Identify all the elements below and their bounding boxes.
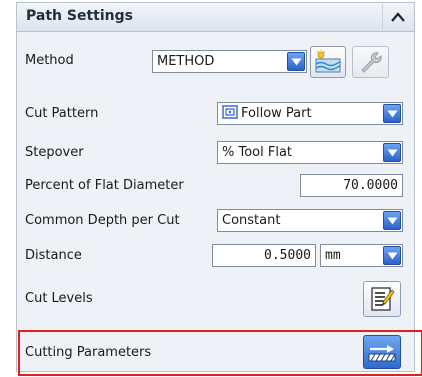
chevron-down-icon xyxy=(291,58,301,65)
common-depth-value: Constant xyxy=(222,213,281,228)
path-settings-panel: Path Settings Method METHOD Cut Pattern xyxy=(16,2,422,376)
common-depth-select[interactable]: Constant xyxy=(217,209,403,232)
stepover-label: Stepover xyxy=(25,145,84,160)
cut-levels-button[interactable] xyxy=(363,281,401,317)
cut-pattern-value: Follow Part xyxy=(241,106,312,121)
new-method-button[interactable] xyxy=(310,46,346,78)
panel-header[interactable]: Path Settings xyxy=(17,3,414,32)
cutting-parameters-highlight xyxy=(18,330,422,376)
stepover-value: % Tool Flat xyxy=(222,145,293,160)
method-value: METHOD xyxy=(157,54,215,69)
chevron-down-icon xyxy=(387,149,397,156)
edit-method-icon xyxy=(360,52,382,73)
follow-part-icon xyxy=(222,105,238,119)
distance-label: Distance xyxy=(25,248,82,263)
chevron-down-icon xyxy=(387,110,397,117)
stepover-select[interactable]: % Tool Flat xyxy=(217,141,403,164)
collapse-button[interactable] xyxy=(382,4,413,30)
edit-method-button[interactable] xyxy=(352,46,389,78)
common-depth-label: Common Depth per Cut xyxy=(25,213,180,228)
method-dropdown-arrow[interactable] xyxy=(287,52,305,71)
method-select[interactable]: METHOD xyxy=(152,50,307,73)
cut-pattern-select[interactable]: Follow Part xyxy=(217,102,403,125)
distance-unit-dropdown-arrow[interactable] xyxy=(383,246,401,265)
chevron-down-icon xyxy=(387,217,397,224)
cut-pattern-dropdown-arrow[interactable] xyxy=(383,104,401,123)
distance-unit-select[interactable]: mm xyxy=(320,244,403,267)
chevron-down-icon xyxy=(387,252,397,259)
percent-flat-input[interactable]: 70.0000 xyxy=(300,174,403,197)
collapse-up-icon xyxy=(391,12,405,22)
percent-flat-label: Percent of Flat Diameter xyxy=(25,178,184,193)
panel-title: Path Settings xyxy=(26,8,133,24)
method-label: Method xyxy=(25,53,74,68)
distance-input[interactable]: 0.5000 xyxy=(212,244,316,267)
cut-levels-icon xyxy=(371,287,395,311)
cut-levels-label: Cut Levels xyxy=(25,291,93,306)
cut-pattern-label: Cut Pattern xyxy=(25,106,99,121)
distance-unit-value: mm xyxy=(325,248,341,263)
common-depth-dropdown-arrow[interactable] xyxy=(383,211,401,230)
stepover-dropdown-arrow[interactable] xyxy=(383,143,401,162)
new-method-icon xyxy=(315,50,341,73)
